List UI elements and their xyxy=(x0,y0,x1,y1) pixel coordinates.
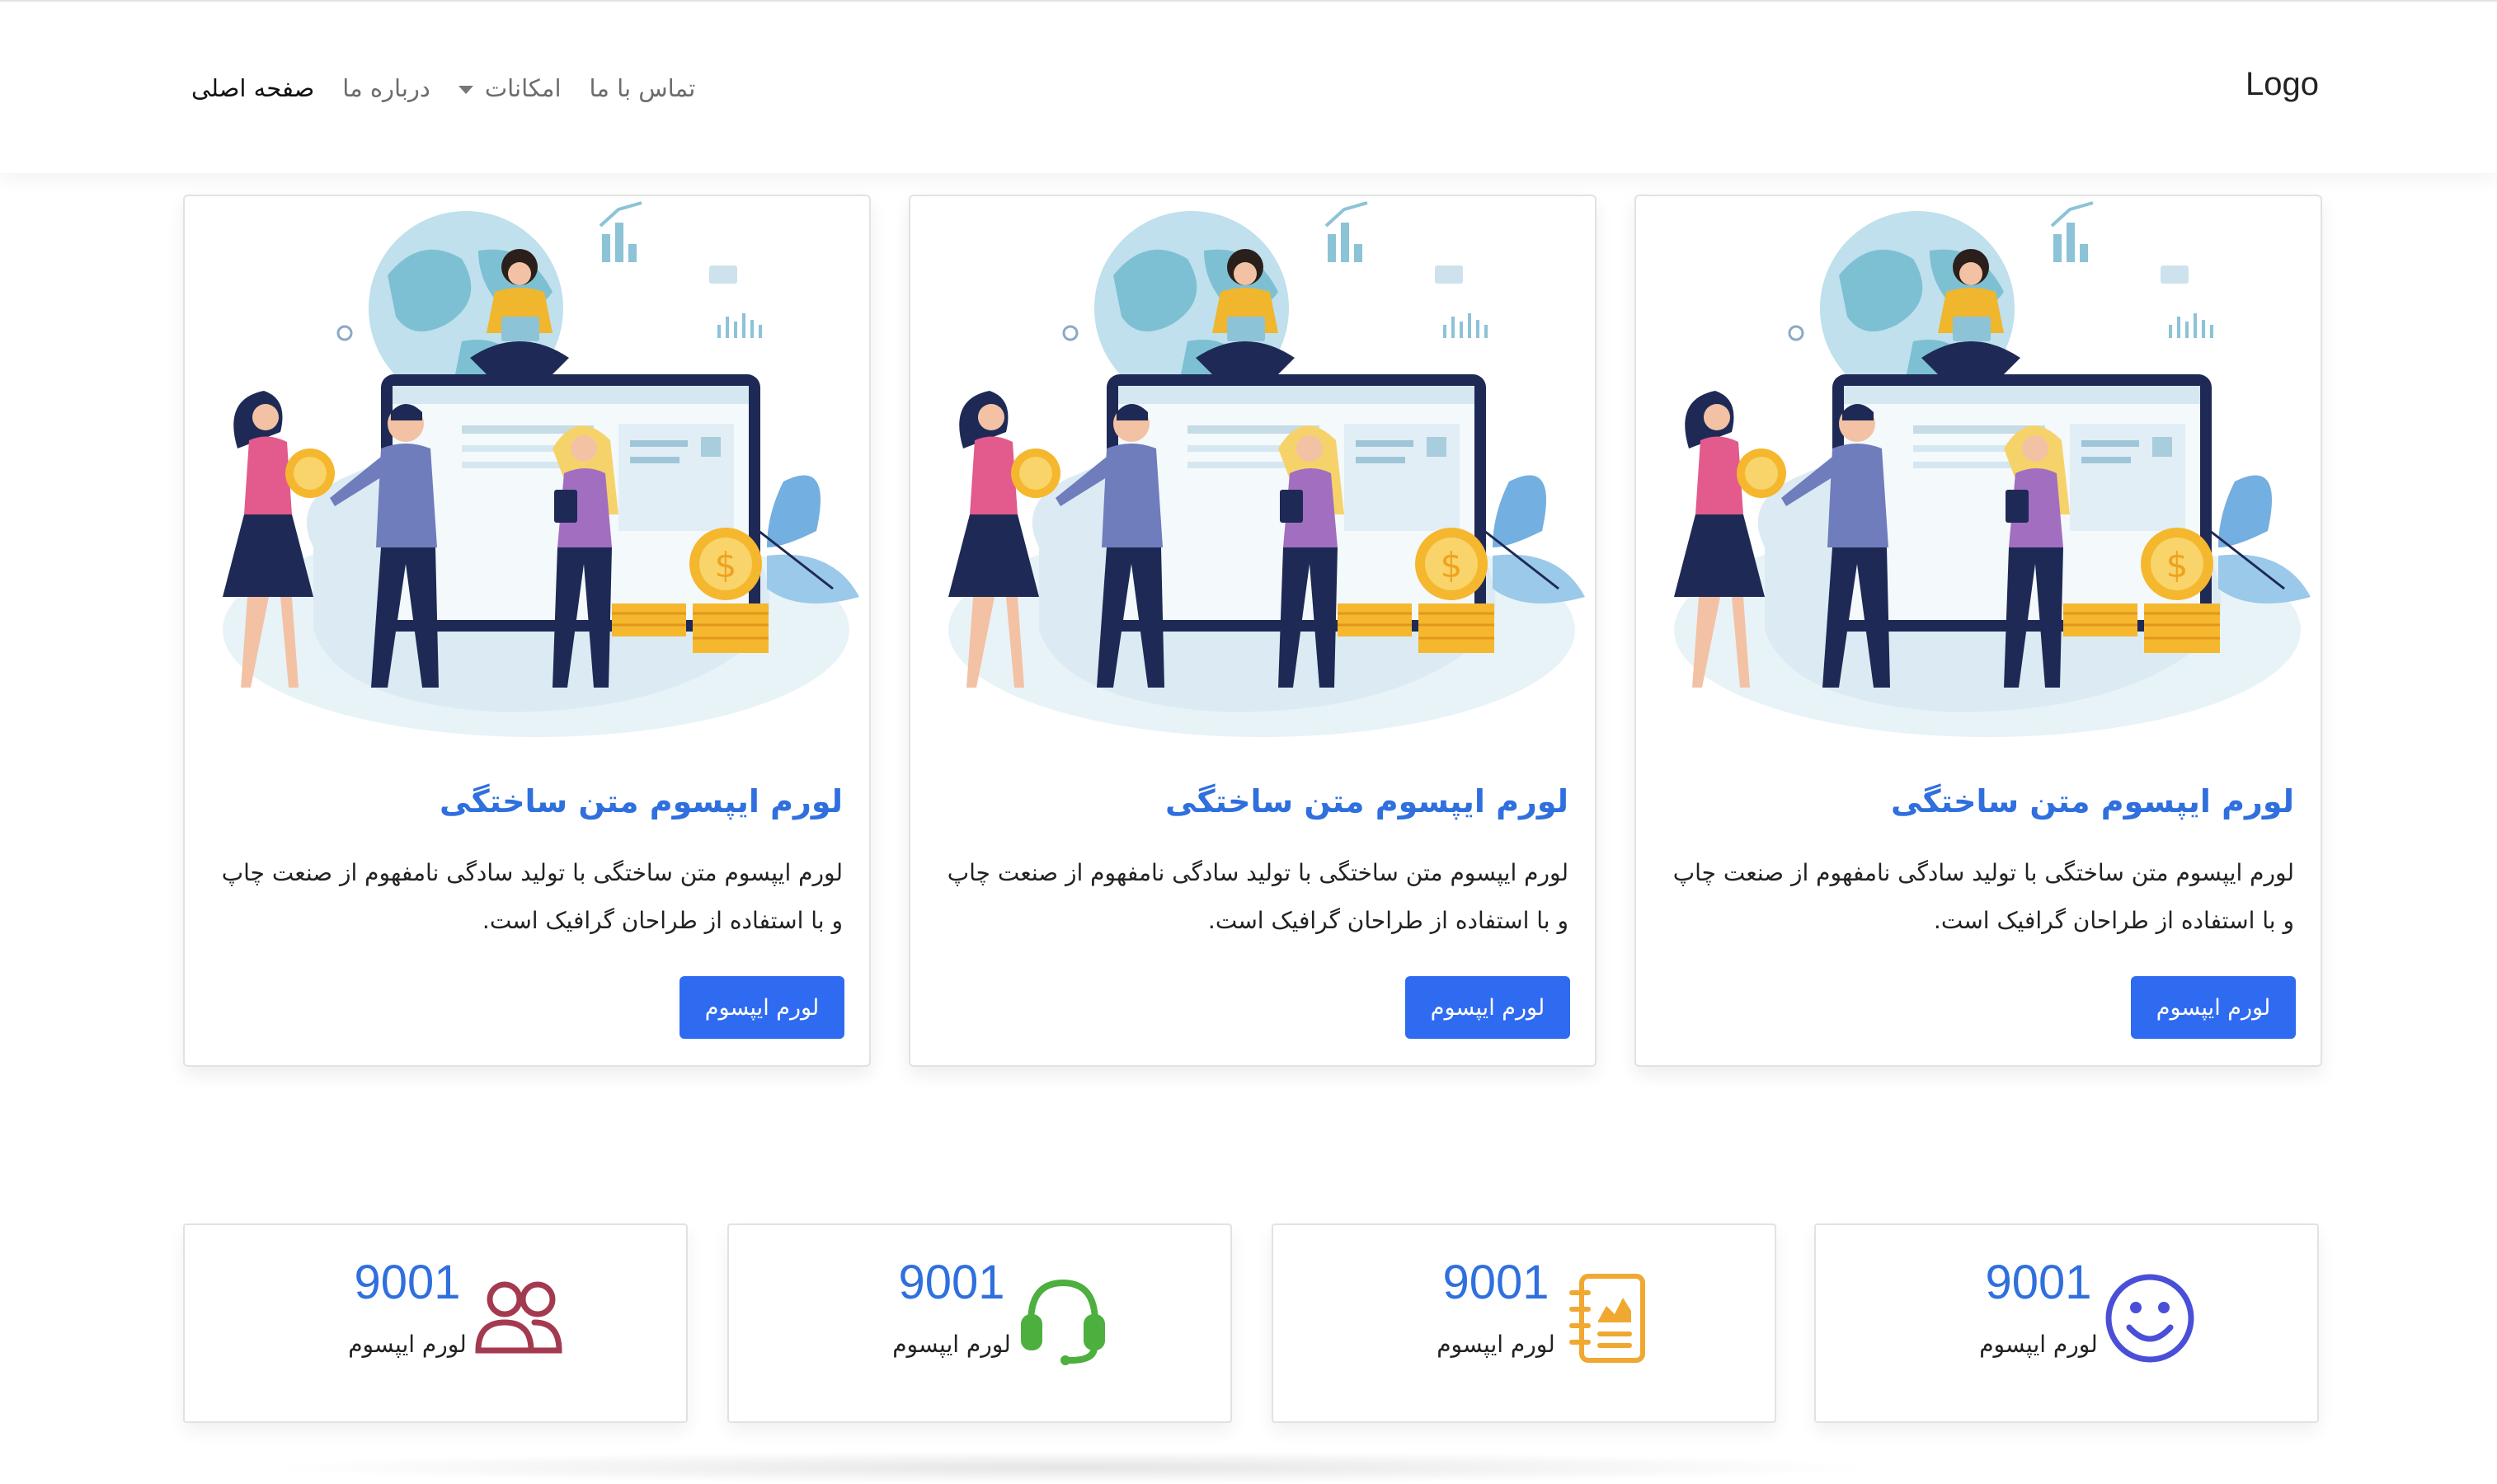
feature-card: لورم ایپسوم متن ساختگی لورم ایپسوم متن س… xyxy=(183,195,871,1067)
card-text: لورم ایپسوم متن ساختگی با تولید سادگی نا… xyxy=(947,859,1568,934)
team-illustration xyxy=(915,201,1590,754)
card-title: لورم ایپسوم متن ساختگی xyxy=(440,783,843,819)
card-button[interactable]: لورم ایپسوم xyxy=(2131,976,2296,1039)
main-nav: صفحه اصلی درباره ما امکانات تماس با ما xyxy=(191,68,695,109)
stat-card: 9001 لورم ایپسوم xyxy=(727,1223,1232,1423)
nav-item-contact[interactable]: تماس با ما xyxy=(590,74,696,102)
card-title: لورم ایپسوم متن ساختگی xyxy=(1891,783,2294,819)
section-shadow xyxy=(256,1451,1888,1484)
logo[interactable]: Logo xyxy=(2245,66,2319,103)
team-illustration xyxy=(1641,201,2316,754)
notebook-chart-icon xyxy=(1569,1274,1645,1363)
nav-item-features-label: امکانات xyxy=(484,74,562,102)
smiley-icon xyxy=(2105,1274,2194,1363)
stat-card: 9001 لورم ایپسوم xyxy=(1272,1223,1776,1423)
navbar: Logo صفحه اصلی درباره ما امکانات تماس با… xyxy=(0,0,2497,173)
team-illustration xyxy=(190,201,864,754)
nav-item-about[interactable]: درباره ما xyxy=(342,74,430,102)
users-icon xyxy=(475,1281,562,1354)
card-title: لورم ایپسوم متن ساختگی xyxy=(1165,783,1568,819)
feature-card: لورم ایپسوم متن ساختگی لورم ایپسوم متن س… xyxy=(1634,195,2322,1067)
headset-icon xyxy=(1021,1279,1105,1365)
caret-down-icon xyxy=(458,86,473,94)
card-text: لورم ایپسوم متن ساختگی با تولید سادگی نا… xyxy=(221,859,843,934)
stat-card: 9001 لورم ایپسوم xyxy=(1814,1223,2319,1423)
card-text: لورم ایپسوم متن ساختگی با تولید سادگی نا… xyxy=(1672,859,2294,934)
nav-item-features[interactable]: امکانات xyxy=(458,74,562,102)
stat-card: 9001 لورم ایپسوم xyxy=(183,1223,688,1423)
card-button[interactable]: لورم ایپسوم xyxy=(680,976,844,1039)
feature-card: لورم ایپسوم متن ساختگی لورم ایپسوم متن س… xyxy=(909,195,1596,1067)
nav-item-home[interactable]: صفحه اصلی xyxy=(191,74,314,102)
card-button[interactable]: لورم ایپسوم xyxy=(1405,976,1570,1039)
